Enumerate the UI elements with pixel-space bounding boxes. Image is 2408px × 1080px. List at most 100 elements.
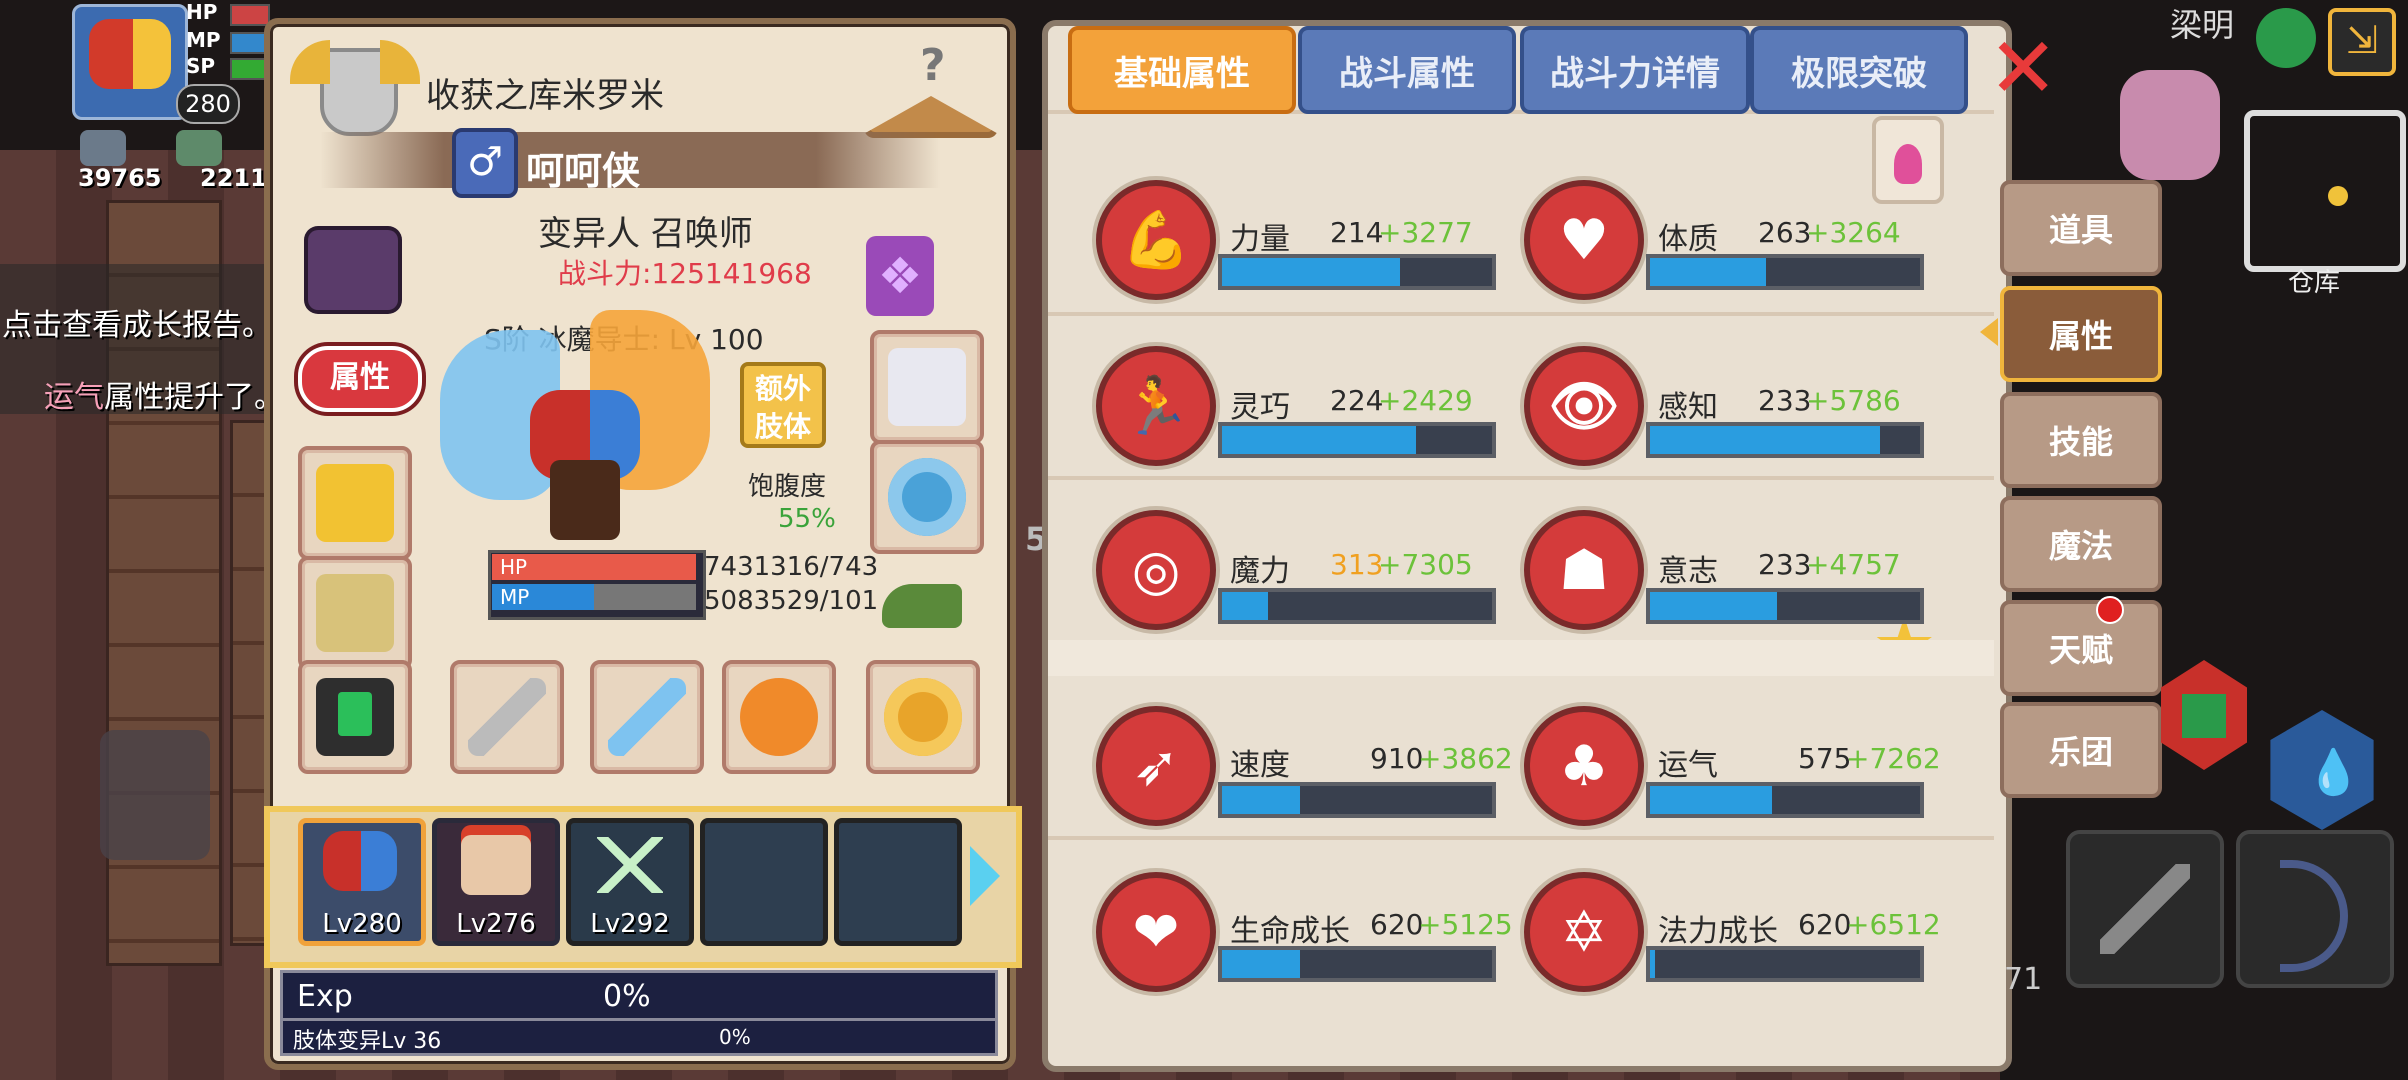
stat-dexterity-name: 灵巧 <box>1230 390 1290 425</box>
growth-report-message[interactable]: 点击查看成长报告。 <box>2 300 272 344</box>
boots-slot[interactable] <box>872 544 978 640</box>
bg-number-fragment: 71 <box>2004 962 2043 997</box>
sword-attack-button[interactable] <box>2066 830 2224 988</box>
luck-up-stat: 运气 <box>44 380 104 415</box>
water-drop-icon: 💧 <box>2306 747 2361 798</box>
exp-label: Exp <box>297 979 353 1014</box>
guild-emblem-icon[interactable] <box>290 30 420 140</box>
stat-strength-base: 214 <box>1330 216 1384 249</box>
stat-constitution-base: 263 <box>1758 216 1812 249</box>
party-slot-empty-1[interactable] <box>700 818 828 946</box>
extra-body-button[interactable]: 额外 肢体 <box>740 362 826 448</box>
ring-slot-2[interactable] <box>866 660 980 774</box>
stat-perception-bar <box>1646 422 1924 458</box>
side-tab-band[interactable]: 乐团 <box>2000 702 2162 798</box>
hud-mp-label: MP <box>186 28 221 52</box>
party-member-1-level: Lv280 <box>322 909 402 939</box>
stat-magic-base: 313 <box>1330 548 1384 581</box>
network-globe-icon[interactable] <box>2256 8 2316 68</box>
currency-2-icon <box>176 130 222 166</box>
party-slot-empty-2[interactable] <box>834 818 962 946</box>
stat-willpower-base: 233 <box>1758 548 1812 581</box>
close-icon[interactable]: ✕ <box>1988 26 2058 110</box>
tab-combat-power-details[interactable]: 战斗力详情 <box>1520 26 1750 114</box>
stat-willpower-name: 意志 <box>1658 554 1718 589</box>
mutation-label: 肢体变异Lv 36 <box>293 1029 442 1054</box>
satiety-value: 55% <box>778 504 836 534</box>
weapon-slot-3[interactable] <box>722 660 836 774</box>
stat-speed-base: 910 <box>1370 742 1424 775</box>
stat-strength-fill <box>1222 258 1401 286</box>
warehouse-label: 仓库 <box>2288 268 2341 298</box>
party-member-2[interactable]: Lv276 <box>432 818 560 946</box>
luck-icon: ♣ <box>1524 706 1644 826</box>
stat-constitution-fill <box>1650 258 1767 286</box>
minimap[interactable] <box>2244 110 2406 272</box>
stat-mana-growth-fill <box>1650 950 1656 978</box>
glove-slot[interactable] <box>870 330 984 444</box>
stat-strength-name: 力量 <box>1230 222 1290 257</box>
potion-button[interactable] <box>1872 116 1944 204</box>
stat-magic-bonus: +7305 <box>1378 548 1473 581</box>
side-tab-talent[interactable]: 天赋 <box>2000 600 2162 696</box>
stat-perception-base: 233 <box>1758 384 1812 417</box>
bow-attack-button[interactable] <box>2236 830 2394 988</box>
char-hp-text: 7431316/743 <box>704 552 879 582</box>
attribute-button[interactable]: 属性 <box>298 346 422 412</box>
stat-mana-growth-bonus: +6512 <box>1846 908 1941 941</box>
luck-up-message: 运气属性提升了。 <box>44 372 284 416</box>
player-avatar[interactable] <box>72 4 188 120</box>
side-tab-attributes[interactable]: 属性 <box>2000 286 2162 382</box>
perception-icon: 👁 <box>1524 346 1644 466</box>
helmet-slot[interactable] <box>298 220 408 320</box>
stat-mana-growth-base: 620 <box>1798 908 1852 941</box>
side-tab-items[interactable]: 道具 <box>2000 180 2162 276</box>
tab-basic-attributes[interactable]: 基础属性 <box>1068 26 1296 114</box>
dpad-left-button[interactable] <box>100 730 210 860</box>
stat-magic-bar <box>1218 588 1496 624</box>
character-sprite <box>520 390 650 540</box>
char-hp-bar: HP <box>492 554 696 580</box>
char-mp-label: MP <box>500 585 530 609</box>
party-member-1[interactable]: Lv280 <box>298 818 426 946</box>
weapon-slot-1[interactable] <box>450 660 564 774</box>
blue-ring-icon <box>888 458 966 536</box>
stat-dexterity-fill <box>1222 426 1417 454</box>
weapon-slot-2[interactable] <box>590 660 704 774</box>
wing-slot[interactable] <box>298 446 412 560</box>
exit-button-icon[interactable]: ⇲ <box>2328 8 2396 76</box>
npc-bunny-sprite <box>2120 70 2220 180</box>
stat-magic-name: 魔力 <box>1230 554 1290 589</box>
accessory-slot-1[interactable] <box>298 660 412 774</box>
luck-up-text: 属性提升了。 <box>104 380 284 415</box>
side-tab-magic[interactable]: 魔法 <box>2000 496 2162 592</box>
stat-luck-base: 575 <box>1798 742 1852 775</box>
armor-slot[interactable] <box>298 556 412 670</box>
stat-luck-bonus: +7262 <box>1846 742 1941 775</box>
stat-constitution-name: 体质 <box>1658 222 1718 257</box>
rune-slot[interactable]: ❖ <box>866 236 934 316</box>
hud-currency-1: 39765 <box>78 164 162 192</box>
extra-body-line1: 额外 <box>754 372 811 405</box>
ring-slot-1[interactable] <box>870 440 984 554</box>
tab-limit-break[interactable]: 极限突破 <box>1750 26 1968 114</box>
row-divider-2 <box>1048 476 1994 480</box>
row-divider-1 <box>1048 312 1994 316</box>
side-tab-skills[interactable]: 技能 <box>2000 392 2162 488</box>
device-icon <box>316 678 394 756</box>
talent-notification-dot <box>2096 596 2124 624</box>
willpower-icon: ☗ <box>1524 510 1644 630</box>
party-member-3[interactable]: Lv292 <box>566 818 694 946</box>
tab-combat-attributes[interactable]: 战斗属性 <box>1298 26 1516 114</box>
armor-icon <box>316 574 394 652</box>
stat-constitution-bonus: +3264 <box>1806 216 1901 249</box>
hud-level-badge: 280 <box>176 84 240 124</box>
stat-constitution-bar <box>1646 254 1924 290</box>
currency-1-icon <box>80 130 126 166</box>
stat-life-growth-base: 620 <box>1370 908 1424 941</box>
avatar-hair-red <box>89 19 133 89</box>
stat-mana-growth-bar <box>1646 946 1924 982</box>
avatar-hair-yellow <box>133 19 171 89</box>
party-next-arrow-icon[interactable] <box>970 846 1000 906</box>
hanger-icon[interactable]: ? <box>860 40 998 140</box>
